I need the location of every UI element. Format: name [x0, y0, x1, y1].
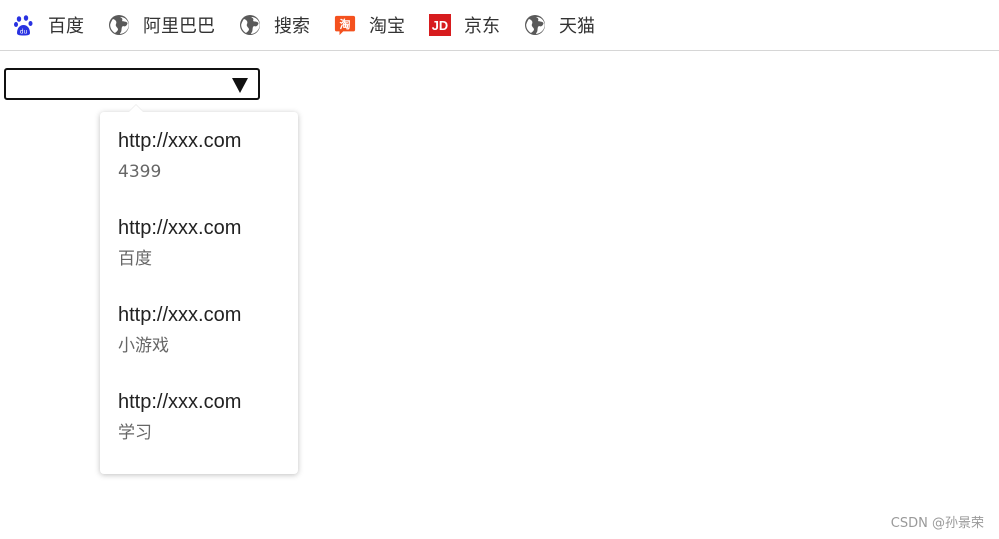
bookmark-label: 百度 [48, 16, 84, 37]
baidu-paw-icon: du [13, 14, 35, 36]
jd-icon: JD [429, 14, 451, 36]
bookmark-alibaba[interactable]: 阿里巴巴 [108, 10, 215, 40]
option-desc: 小游戏 [118, 336, 169, 356]
option-url: http://xxx.com [118, 217, 242, 239]
bookmarks-bar: du 百度 阿里巴巴 搜索 淘 淘宝 JD 京东 天猫 [0, 0, 999, 51]
taobao-icon: 淘 [334, 14, 356, 36]
bookmark-label: 搜索 [274, 16, 310, 37]
option-url: http://xxx.com [118, 391, 242, 413]
globe-icon [108, 14, 130, 36]
bookmark-label: 阿里巴巴 [143, 16, 215, 37]
bookmark-baidu[interactable]: du 百度 [13, 10, 84, 40]
option-desc: 百度 [118, 249, 152, 269]
bookmark-label: 京东 [464, 16, 500, 37]
svg-text:du: du [20, 29, 28, 36]
option-desc: 4399 [118, 162, 162, 182]
bookmark-taobao[interactable]: 淘 淘宝 [334, 10, 405, 40]
watermark: CSDN @孙景荣 [890, 516, 984, 531]
svg-text:淘: 淘 [340, 17, 351, 31]
dropdown-menu: http://xxx.com 4399 http://xxx.com 百度 ht… [100, 104, 298, 474]
dropdown-option[interactable]: http://xxx.com 百度 [100, 213, 298, 300]
url-select[interactable] [4, 68, 260, 100]
bookmark-search[interactable]: 搜索 [239, 10, 310, 40]
dropdown-option[interactable]: http://xxx.com 小游戏 [100, 300, 298, 387]
dropdown-caret [128, 104, 144, 112]
bookmark-tmall[interactable]: 天猫 [524, 10, 595, 40]
bookmark-label: 天猫 [559, 16, 595, 37]
globe-icon [524, 14, 546, 36]
option-desc: 学习 [118, 423, 152, 443]
bookmark-jd[interactable]: JD 京东 [429, 10, 500, 40]
svg-text:JD: JD [432, 18, 448, 33]
dropdown-option[interactable]: http://xxx.com 学习 [100, 387, 298, 474]
option-url: http://xxx.com [118, 130, 242, 152]
dropdown-option[interactable]: http://xxx.com 4399 [100, 126, 298, 213]
globe-icon [239, 14, 261, 36]
bookmark-label: 淘宝 [369, 16, 405, 37]
dropdown-arrow-icon [232, 78, 248, 93]
option-url: http://xxx.com [118, 304, 242, 326]
